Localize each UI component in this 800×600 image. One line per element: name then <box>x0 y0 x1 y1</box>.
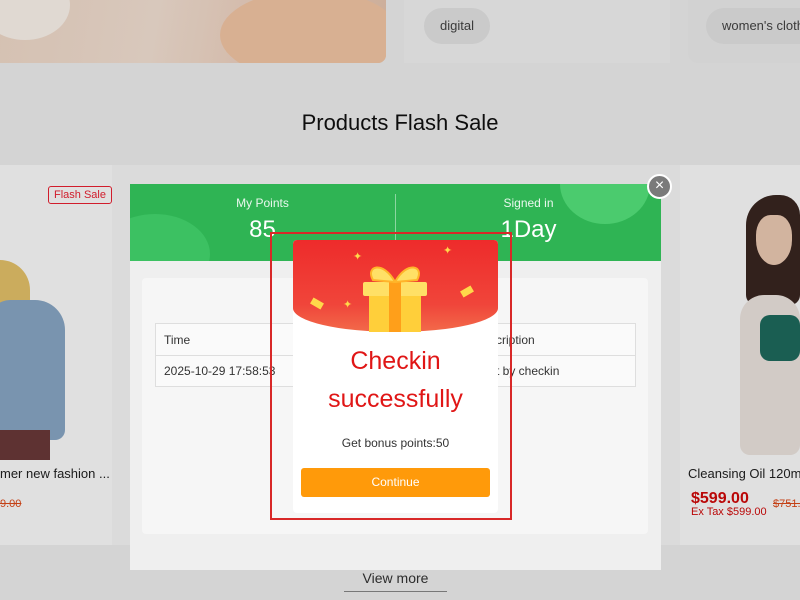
table-cell-time: 2025-10-29 17:58:53 <box>164 364 276 378</box>
signed-in-label: Signed in <box>503 196 554 210</box>
highlight-box <box>270 232 512 520</box>
close-icon[interactable]: × <box>647 174 672 199</box>
my-points-label: My Points <box>236 196 289 210</box>
table-header-time: Time <box>164 333 191 347</box>
